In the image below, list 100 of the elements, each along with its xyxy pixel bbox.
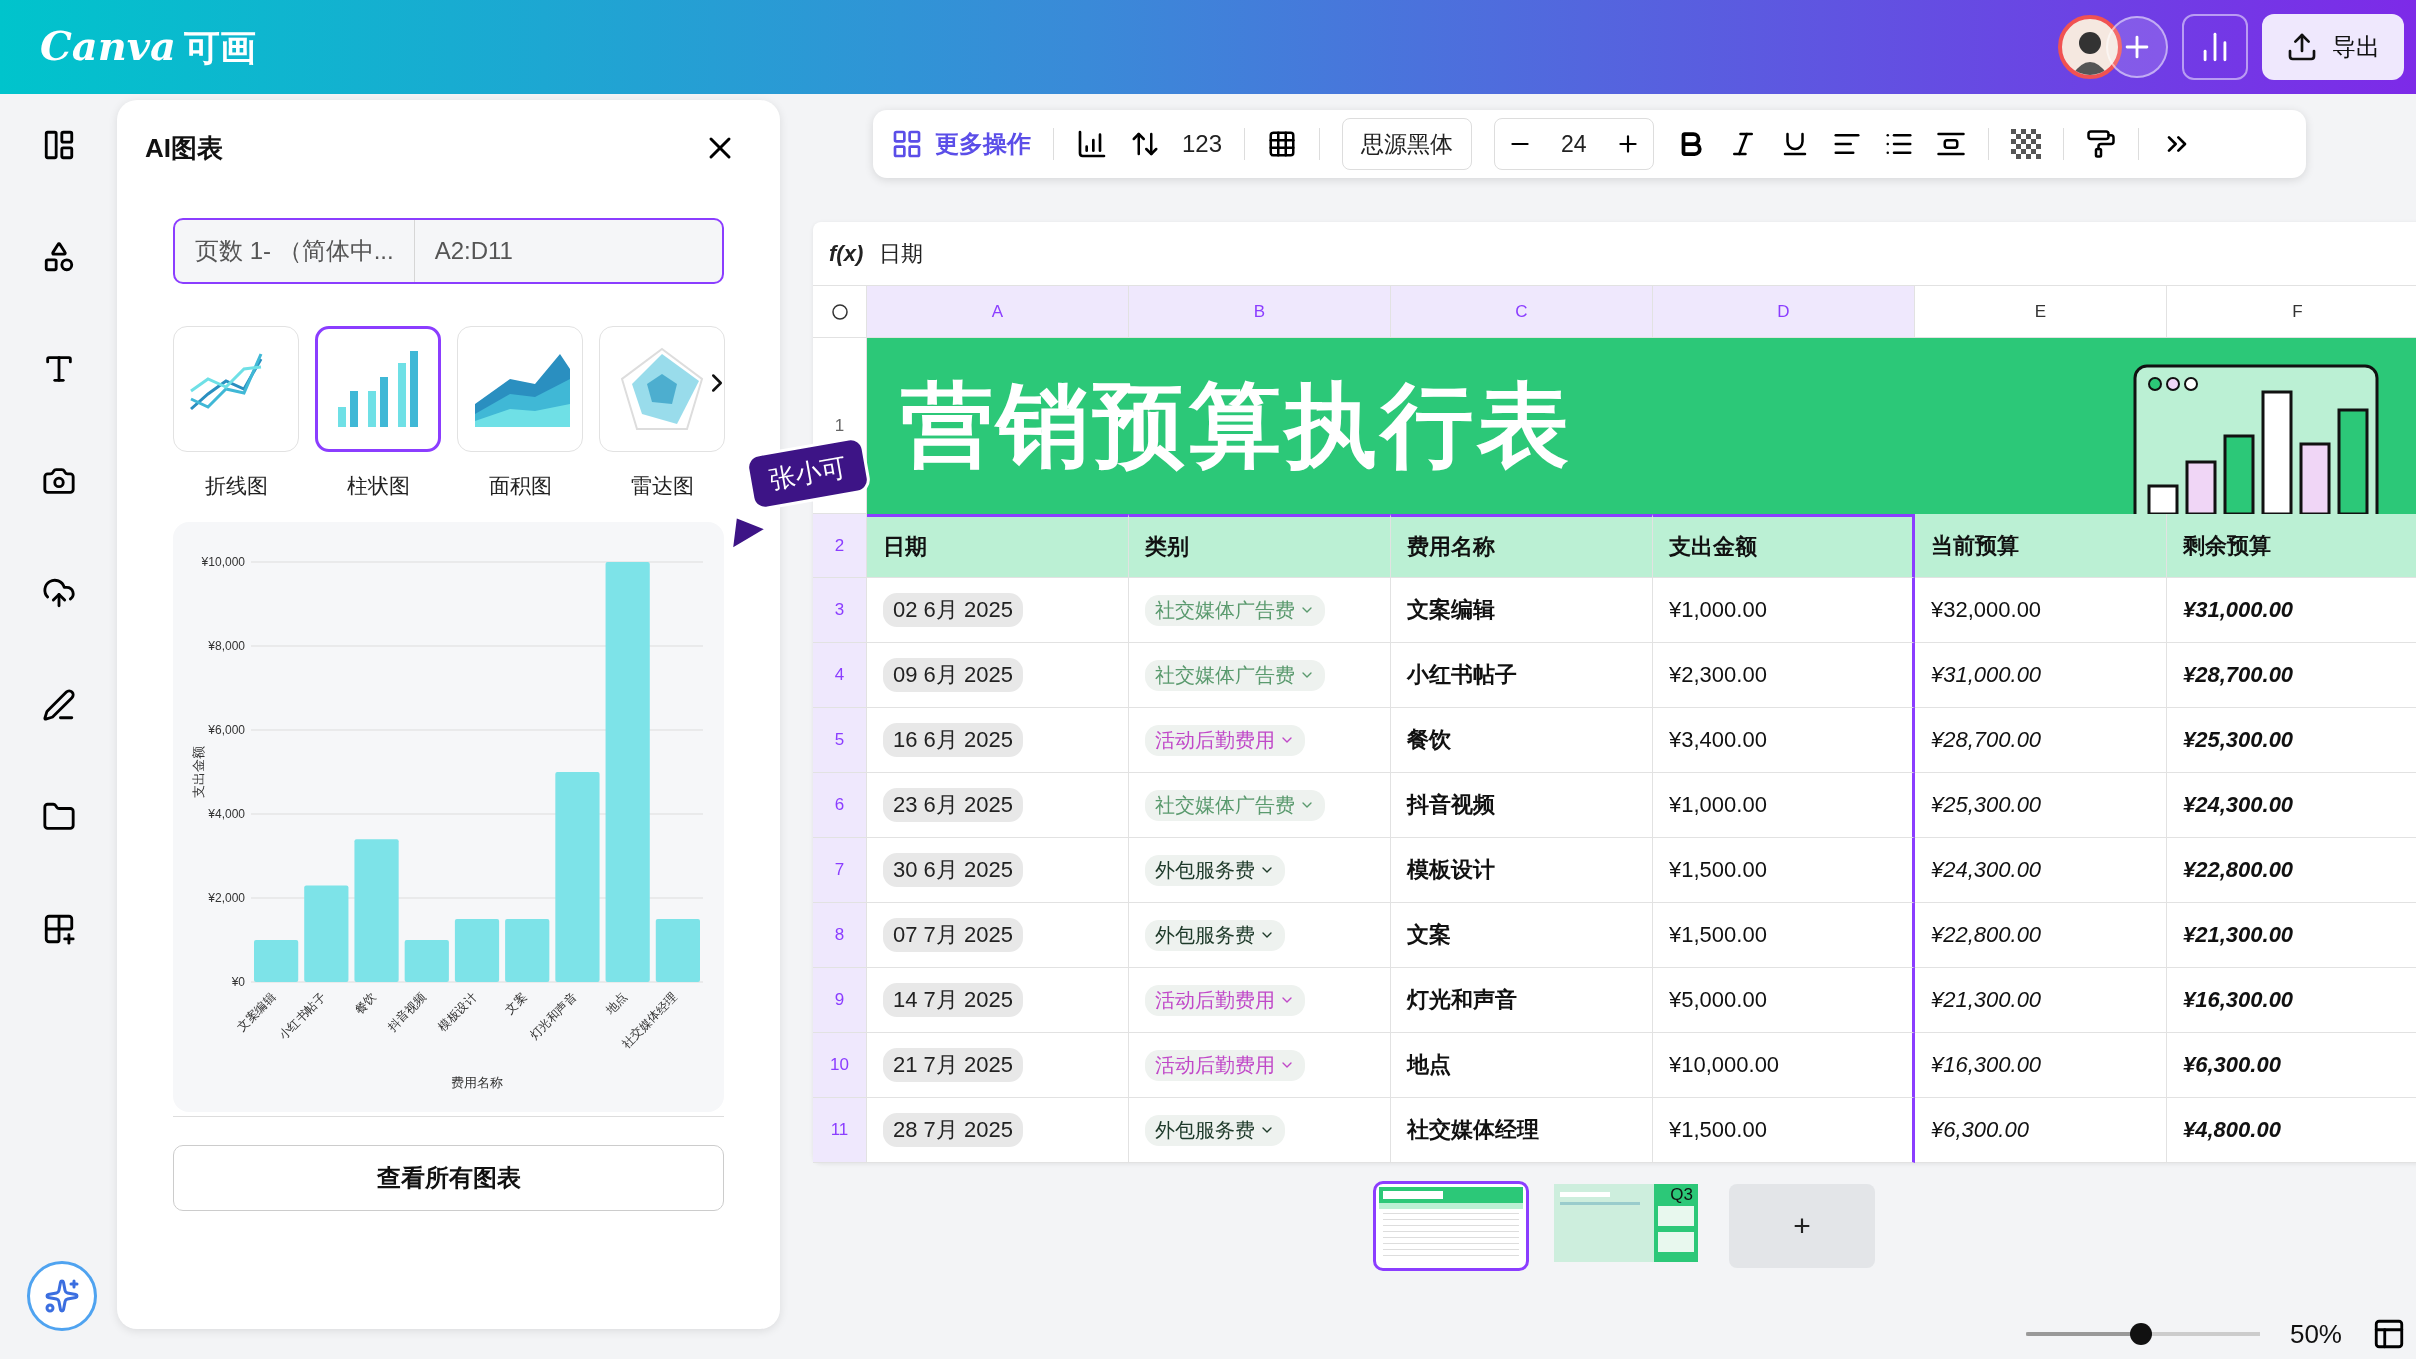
table-cell: ¥2,300.00 <box>1669 662 1767 688</box>
transparency-icon[interactable] <box>2010 129 2041 159</box>
date-chip: 07 7月 2025 <box>883 918 1023 952</box>
row-number[interactable]: 4 <box>813 643 867 708</box>
table-cell: ¥21,300.00 <box>1931 987 2042 1013</box>
table-cell: ¥5,000.00 <box>1669 987 1767 1013</box>
panel-title: AI图表 <box>145 131 223 165</box>
row-number[interactable]: 11 <box>813 1098 867 1163</box>
axis-label: ¥0 <box>231 975 245 989</box>
table-cell: ¥21,300.00 <box>2183 922 2294 948</box>
axis-label: ¥8,000 <box>208 639 245 653</box>
table-cell-text: 社交媒体经理 <box>1407 1116 1539 1144</box>
category-tag[interactable]: 社交媒体广告费 <box>1145 594 1325 626</box>
grid-view-icon[interactable] <box>2372 1317 2406 1351</box>
table-cell: ¥25,300.00 <box>1931 792 2042 818</box>
axis-title: 费用名称 <box>451 1075 503 1090</box>
column-header[interactable]: A <box>867 286 1129 338</box>
add-collaborator-button[interactable] <box>2106 16 2168 78</box>
font-dropdown[interactable]: 思源黑体 <box>1342 118 1473 170</box>
paint-roller-icon[interactable] <box>2085 129 2116 159</box>
table-cell: ¥24,300.00 <box>2183 792 2294 818</box>
table-cell: ¥10,000.00 <box>1669 1052 1780 1078</box>
category-tag[interactable]: 社交媒体广告费 <box>1145 789 1325 821</box>
table-cell: ¥25,300.00 <box>2183 727 2294 753</box>
row-number[interactable]: 5 <box>813 708 867 773</box>
data-source-field[interactable]: 页数 1- （简体中... A2:D11 <box>173 218 724 284</box>
column-header[interactable]: E <box>1915 286 2167 338</box>
date-chip: 30 6月 2025 <box>883 853 1023 887</box>
table-cell: ¥1,500.00 <box>1669 922 1767 948</box>
table-cell: ¥22,800.00 <box>2183 857 2294 883</box>
formula-field[interactable]: 日期 <box>879 238 924 269</box>
table-cell: ¥28,700.00 <box>1931 727 2042 753</box>
axis-label: 小红书帖子 <box>276 990 329 1043</box>
category-tag[interactable]: 活动后勤费用 <box>1145 984 1305 1016</box>
date-chip: 09 6月 2025 <box>883 658 1023 692</box>
avatar[interactable] <box>2058 15 2122 79</box>
axis-label: 模板设计 <box>435 990 480 1035</box>
category-tag[interactable]: 活动后勤费用 <box>1145 724 1305 756</box>
row-number[interactable]: 3 <box>813 578 867 643</box>
chart-button[interactable] <box>2182 14 2248 80</box>
category-tag[interactable]: 外包服务费 <box>1145 1114 1285 1146</box>
number-format-button[interactable]: 123 <box>1182 130 1223 158</box>
table-icon[interactable] <box>1267 129 1298 159</box>
view-all-charts-button[interactable]: 查看所有图表 <box>173 1145 724 1211</box>
table-cell: ¥24,300.00 <box>1931 857 2042 883</box>
table-cell: ¥1,000.00 <box>1669 597 1767 623</box>
bar <box>655 919 700 982</box>
axis-label: 抖音视频 <box>385 990 429 1035</box>
table-cell: ¥16,300.00 <box>2183 987 2294 1013</box>
upload-icon <box>2286 31 2318 63</box>
page-thumbnail[interactable] <box>1373 1181 1529 1271</box>
table-cell-text: 文案 <box>1407 921 1451 949</box>
category-tag[interactable]: 外包服务费 <box>1145 854 1285 886</box>
table-cell: ¥31,000.00 <box>1931 662 2042 688</box>
chart-icon[interactable] <box>1076 128 1108 160</box>
table-cell: ¥16,300.00 <box>1931 1052 2042 1078</box>
column-title: 剩余预算 <box>2167 514 2416 578</box>
date-chip: 02 6月 2025 <box>883 593 1023 627</box>
column-header[interactable]: B <box>1129 286 1391 338</box>
date-chip: 16 6月 2025 <box>883 723 1023 757</box>
category-tag[interactable]: 社交媒体广告费 <box>1145 659 1325 691</box>
add-page-button[interactable]: + <box>1729 1184 1875 1268</box>
table-cell: ¥3,400.00 <box>1669 727 1767 753</box>
table-cell-text: 抖音视频 <box>1407 791 1495 819</box>
row-number[interactable]: 8 <box>813 903 867 968</box>
row-number[interactable]: 7 <box>813 838 867 903</box>
date-chip: 14 7月 2025 <box>883 983 1023 1017</box>
row-number[interactable]: 2 <box>813 514 867 578</box>
bar <box>454 919 500 982</box>
table-cell: ¥1,000.00 <box>1669 792 1767 818</box>
axis-label: ¥6,000 <box>208 723 245 737</box>
row-number[interactable]: 6 <box>813 773 867 838</box>
date-chip: 28 7月 2025 <box>883 1113 1023 1147</box>
bar <box>254 940 299 982</box>
table-cell-text: 文案编辑 <box>1407 596 1495 624</box>
select-all-icon[interactable] <box>830 302 849 321</box>
export-button[interactable]: 导出 <box>2262 14 2404 80</box>
table-cell: ¥6,300.00 <box>2183 1052 2281 1078</box>
table-cell-text: 餐饮 <box>1407 726 1451 754</box>
column-title: 类别 <box>1129 514 1391 578</box>
column-title: 日期 <box>867 514 1129 578</box>
pen-icon[interactable] <box>41 688 76 722</box>
table-cell: ¥6,300.00 <box>1931 1117 2029 1143</box>
row-number[interactable]: 10 <box>813 1033 867 1098</box>
more-actions-button[interactable]: 更多操作 <box>891 128 1031 160</box>
column-header[interactable]: D <box>1653 286 1915 338</box>
column-header[interactable]: C <box>1391 286 1653 338</box>
sparkles-icon <box>44 1278 80 1314</box>
logo-text: 可画 <box>184 26 256 68</box>
table-cell-text: 地点 <box>1407 1051 1451 1079</box>
cloud-upload-icon[interactable] <box>41 576 76 610</box>
font-size-control[interactable]: 24 <box>1494 118 1654 170</box>
page-thumbnail[interactable]: Q3 <box>1551 1181 1707 1271</box>
column-title: 当前预算 <box>1915 514 2167 578</box>
category-tag[interactable]: 活动后勤费用 <box>1145 1049 1305 1081</box>
font-size-field[interactable]: 24 <box>1561 130 1587 158</box>
row-number[interactable]: 9 <box>813 968 867 1033</box>
category-tag[interactable]: 外包服务费 <box>1145 919 1285 951</box>
table-cell: ¥4,800.00 <box>2183 1117 2281 1143</box>
table-cell-text: 小红书帖子 <box>1407 661 1517 689</box>
